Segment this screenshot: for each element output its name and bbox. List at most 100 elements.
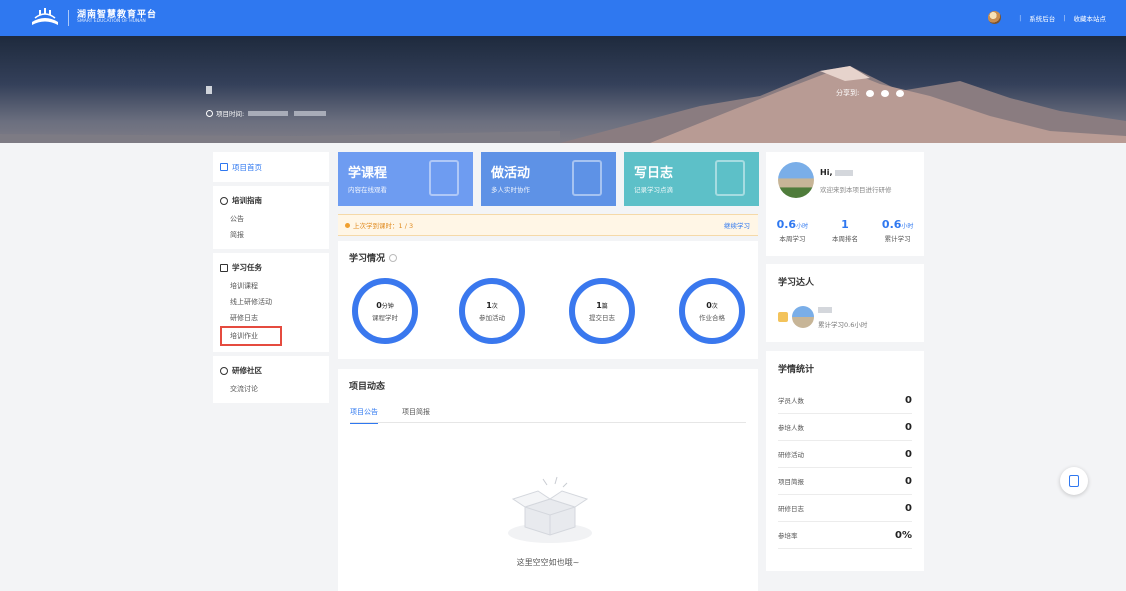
- admin-link[interactable]: 系统后台: [1029, 13, 1055, 23]
- stat-ring-homework: 0次 作业合格: [679, 278, 745, 344]
- stats-value: 0: [905, 502, 912, 514]
- nav-item-online-activities[interactable]: 线上研修活动: [220, 294, 329, 310]
- stat-ring-activities: 1次 参加活动: [459, 278, 525, 344]
- left-nav: 项目首页 培训指南 公告 简报 学习任务 培训课程 线上研修活动 研修日志 培训…: [213, 152, 329, 407]
- nav-guide-title: 培训指南: [232, 196, 262, 205]
- nav-item-logs[interactable]: 研修日志: [220, 310, 329, 326]
- ring-label: 作业合格: [699, 313, 725, 322]
- stat-label: 本周学习: [779, 235, 806, 243]
- project-dynamics-panel: 项目动态 项目公告 项目简报 这里空空如也哦~: [338, 369, 758, 591]
- project-banner: 项目时间: 分享到:: [0, 36, 1126, 143]
- last-study-text: 上次学到课时：1 / 3: [353, 222, 414, 230]
- stat-value: 0.6: [881, 218, 902, 231]
- task-list-icon: [220, 263, 228, 272]
- dynamics-title: 项目动态: [349, 382, 386, 392]
- stat-value: 0.6: [776, 218, 797, 231]
- stats-label: 参培率: [778, 532, 798, 540]
- share-bar: 分享到:: [836, 88, 905, 98]
- redacted-date: [294, 110, 327, 116]
- stats-row: 参培人数 0: [778, 414, 912, 441]
- wechat-icon[interactable]: [866, 89, 875, 97]
- nav-home[interactable]: 项目首页: [213, 152, 329, 182]
- community-icon: [220, 366, 228, 375]
- stats-value: 0%: [895, 529, 912, 541]
- nav-item-homework[interactable]: 培训作业: [220, 326, 282, 346]
- study-status-panel: 学习情况 0分钟 课程学时 1次 参加活动 1篇 提交日志 0次 作业合格: [338, 241, 758, 359]
- home-icon: [220, 163, 228, 171]
- logo-subtitle: SMART EDUCATION OF HUNAN: [77, 19, 146, 25]
- stats-label: 参培人数: [778, 424, 804, 432]
- book-logo-icon: [32, 8, 58, 25]
- nav-community-title: 研修社区: [232, 366, 262, 375]
- project-title-redacted: [206, 86, 212, 94]
- stat-unit: 小时: [901, 223, 914, 230]
- welcome-text: 欢迎来到本项目进行研修: [820, 186, 892, 194]
- stats-value: 0: [905, 421, 912, 433]
- edit-icon: [715, 160, 745, 196]
- stats-label: 项目简报: [778, 478, 804, 486]
- nav-group-community: 研修社区 交流讨论: [213, 356, 329, 403]
- stats-row: 参培率 0%: [778, 522, 912, 549]
- user-stats: 0.6小时 本周学习 1 本周排名 0.6小时 累计学习: [766, 218, 924, 243]
- clock-icon: [206, 109, 213, 117]
- separator: |: [1063, 13, 1066, 22]
- stat-weekly-study: 0.6小时 本周学习: [766, 218, 819, 243]
- nav-group-tasks: 学习任务 培训课程 线上研修活动 研修日志 培训作业: [213, 253, 329, 352]
- nav-home-label: 项目首页: [232, 162, 262, 172]
- redacted-date: [248, 110, 289, 116]
- rank-medal-icon: [778, 312, 788, 322]
- stat-label: 本周排名: [832, 235, 858, 243]
- platform-logo[interactable]: 湖南智慧教育平台 SMART EDUCATION OF HUNAN: [30, 8, 157, 28]
- empty-state-text: 这里空空如也哦~: [516, 558, 580, 567]
- nav-item-briefing[interactable]: 简报: [220, 227, 329, 243]
- study-title: 学习情况: [349, 254, 386, 264]
- qq-icon[interactable]: [896, 89, 905, 97]
- stats-label: 研修活动: [778, 451, 804, 459]
- top-bar: 湖南智慧教育平台 SMART EDUCATION OF HUNAN | 系统后台…: [0, 0, 1126, 36]
- last-study-notice: 上次学到课时：1 / 3 继续学习: [338, 214, 758, 236]
- nav-item-discussion[interactable]: 交流讨论: [220, 381, 329, 397]
- top-learners-panel: 学习达人 累计学习0.6小时: [766, 264, 924, 342]
- user-avatar[interactable]: [778, 162, 814, 198]
- stats-value: 0: [905, 448, 912, 460]
- floating-feedback-button[interactable]: [1060, 467, 1088, 495]
- bookmark-link[interactable]: 收藏本站点: [1074, 13, 1107, 23]
- ring-unit: 分钟: [381, 302, 394, 310]
- learning-stats-panel: 学情统计 学员人数 0 参培人数 0 研修活动 0 项目简报 0 研修日志 0 参培率 0%: [766, 351, 924, 571]
- stat-unit: 小时: [796, 223, 809, 230]
- stat-total-study: 0.6小时 累计学习: [871, 218, 924, 243]
- help-icon[interactable]: [389, 253, 398, 262]
- stat-weekly-rank: 1 本周排名: [819, 218, 872, 243]
- share-label: 分享到:: [836, 89, 860, 97]
- stats-label: 学员人数: [778, 397, 804, 405]
- logo-divider: [68, 10, 69, 26]
- stat-label: 累计学习: [884, 235, 911, 243]
- weibo-icon[interactable]: [881, 89, 890, 97]
- notice-dot-icon: [345, 222, 350, 228]
- book-icon: [429, 160, 459, 196]
- ring-unit: 次: [491, 302, 498, 310]
- empty-box-illustration: [508, 476, 592, 543]
- learner-study-hours: 累计学习0.6小时: [818, 321, 868, 329]
- card-courses[interactable]: 学课程 内容在线观看: [338, 152, 473, 206]
- project-time: 项目时间:: [206, 108, 327, 118]
- compass-icon: [220, 196, 228, 205]
- user-avatar[interactable]: [988, 11, 1002, 24]
- nav-group-guide: 培训指南 公告 简报: [213, 186, 329, 249]
- greeting: Hi,: [820, 168, 833, 177]
- nav-item-courses[interactable]: 培训课程: [220, 278, 329, 294]
- stats-row: 研修活动 0: [778, 441, 912, 468]
- stats-label: 研修日志: [778, 505, 804, 513]
- ring-label: 提交日志: [589, 313, 615, 322]
- card-journal[interactable]: 写日志 记录学习点滴: [624, 152, 759, 206]
- stats-row: 学员人数 0: [778, 387, 912, 414]
- continue-study-link[interactable]: 继续学习: [724, 220, 750, 230]
- card-activities[interactable]: 做活动 多人实时协作: [481, 152, 616, 206]
- stats-row: 项目简报 0: [778, 468, 912, 495]
- stats-row: 研修日志 0: [778, 495, 912, 522]
- nav-item-announcement[interactable]: 公告: [220, 211, 329, 227]
- learner-avatar[interactable]: [792, 306, 814, 328]
- nav-tasks-title: 学习任务: [232, 263, 262, 272]
- tab-divider: [350, 422, 746, 423]
- stats-value: 0: [905, 394, 912, 406]
